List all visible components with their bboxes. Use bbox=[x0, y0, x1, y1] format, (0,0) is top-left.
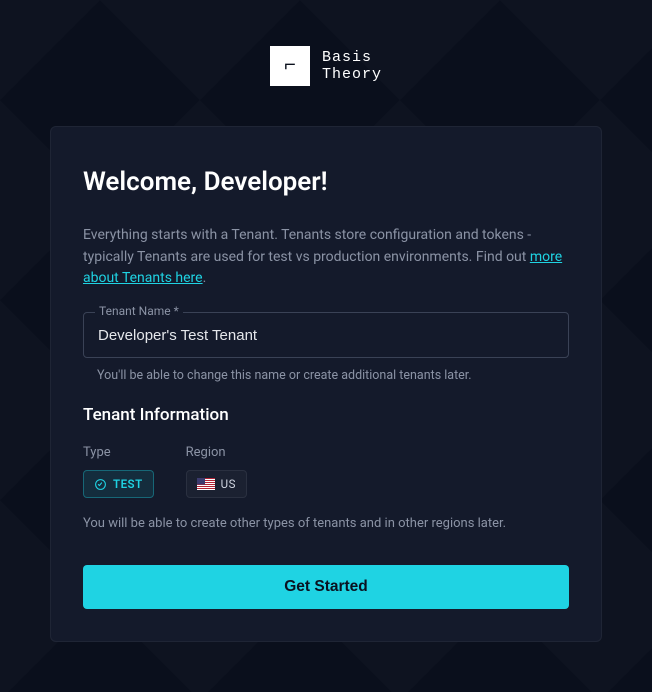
get-started-button[interactable]: Get Started bbox=[83, 565, 569, 609]
tenant-type-chip: TEST bbox=[83, 470, 154, 498]
tenant-name-input[interactable] bbox=[83, 312, 569, 358]
us-flag-icon bbox=[197, 478, 215, 490]
intro-prefix: Everything starts with a Tenant. Tenants… bbox=[83, 227, 531, 265]
logo-mark: ⌐ bbox=[270, 46, 310, 86]
tenant-info-heading: Tenant Information bbox=[83, 405, 569, 425]
tenant-region-chip: US bbox=[186, 470, 247, 498]
tenant-region-value: US bbox=[221, 477, 236, 491]
logo-line2: Theory bbox=[322, 66, 382, 83]
onboarding-card: Welcome, Developer! Everything starts wi… bbox=[50, 126, 602, 642]
tenant-info-note: You will be able to create other types o… bbox=[83, 516, 569, 531]
logo-text: Basis Theory bbox=[322, 49, 382, 84]
tenant-region-label: Region bbox=[186, 445, 247, 460]
logo-line1: Basis bbox=[322, 49, 382, 66]
tenant-type-value: TEST bbox=[113, 477, 143, 491]
tenant-name-field: Tenant Name * bbox=[83, 312, 569, 358]
tenant-info-row: Type TEST Region bbox=[83, 445, 569, 498]
tenant-name-hint: You'll be able to change this name or cr… bbox=[83, 368, 569, 383]
intro-suffix: . bbox=[203, 270, 207, 286]
tenant-type-col: Type TEST bbox=[83, 445, 154, 498]
tenant-name-label: Tenant Name * bbox=[95, 304, 183, 318]
test-icon bbox=[94, 478, 107, 491]
page-title: Welcome, Developer! bbox=[83, 167, 569, 197]
intro-text: Everything starts with a Tenant. Tenants… bbox=[83, 225, 569, 290]
tenant-type-label: Type bbox=[83, 445, 154, 460]
tenant-region-col: Region US bbox=[186, 445, 247, 498]
brand-logo: ⌐ Basis Theory bbox=[0, 0, 652, 126]
